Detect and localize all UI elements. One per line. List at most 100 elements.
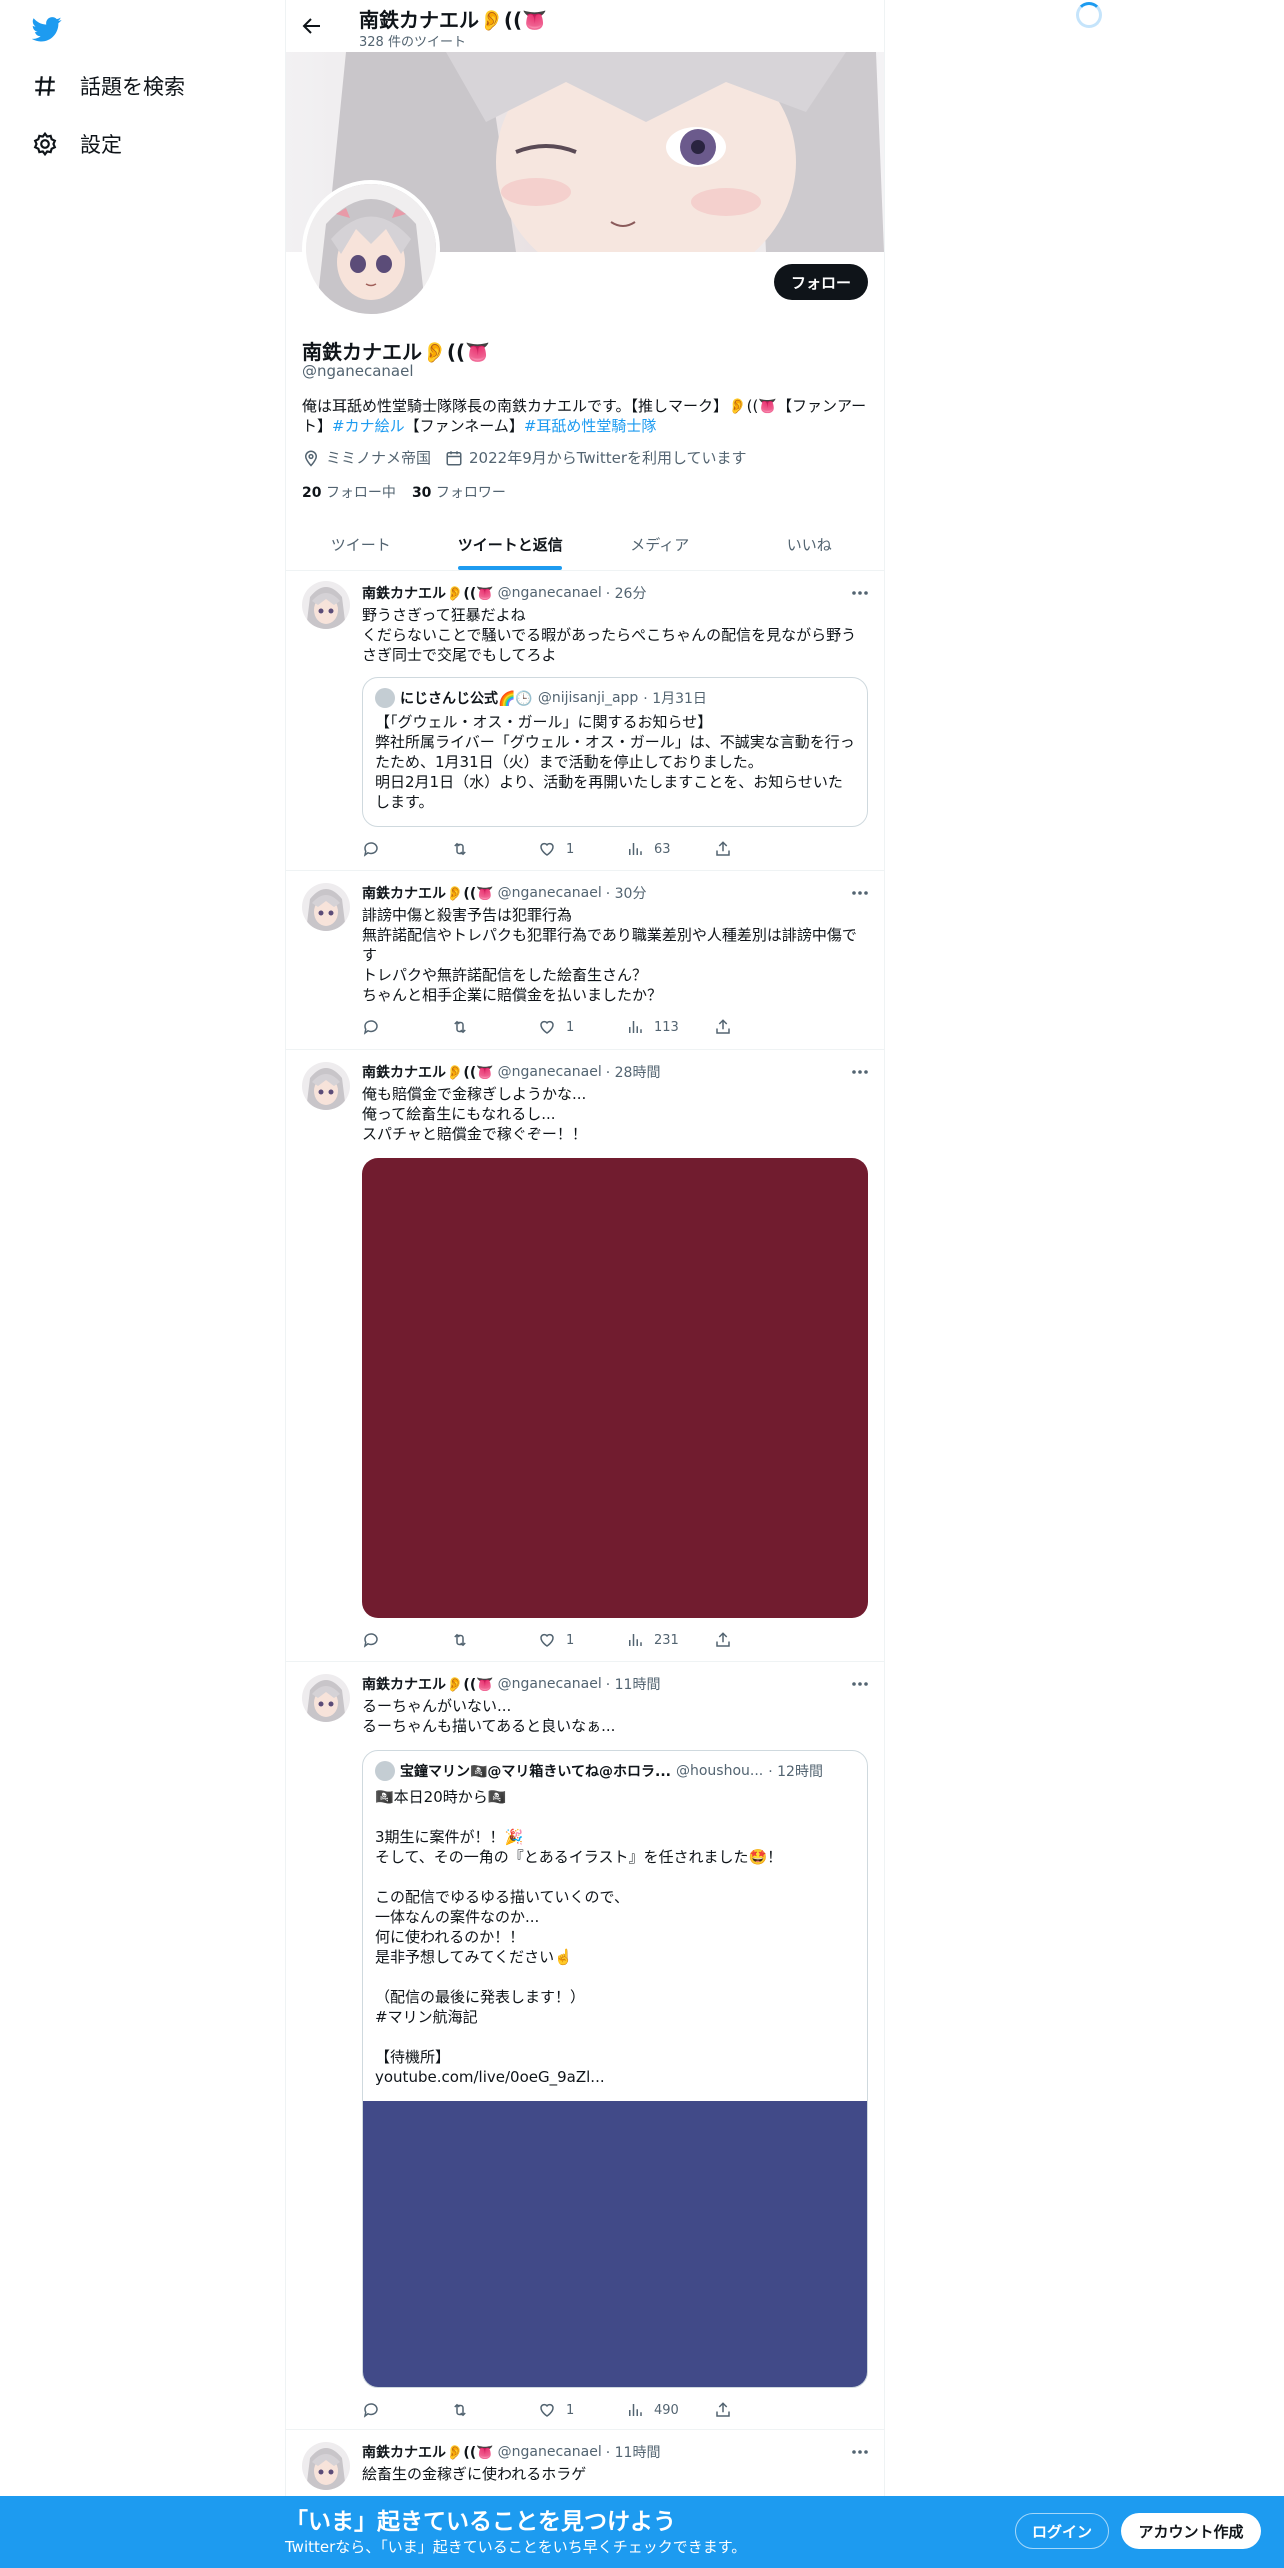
like-icon bbox=[538, 840, 556, 858]
share-button[interactable] bbox=[714, 1630, 802, 1650]
avatar[interactable] bbox=[302, 2442, 350, 2490]
views-button[interactable]: 490 bbox=[626, 2400, 714, 2420]
quoted-tweet[interactable]: にじさんじ公式🌈🕒 @nijisanji_app · 1月31日 【「グウェル・… bbox=[362, 677, 868, 827]
quote-media-image[interactable] bbox=[363, 2101, 867, 2387]
more-icon[interactable] bbox=[850, 1674, 870, 1694]
like-count: 1 bbox=[566, 2402, 575, 2418]
reply-button[interactable] bbox=[362, 839, 450, 859]
share-icon bbox=[714, 840, 732, 858]
bio-hashtag-link[interactable]: #カナ絵ル bbox=[332, 417, 405, 435]
tweet-author-name[interactable]: 南鉄カナエル👂((👅 bbox=[362, 1062, 494, 1082]
views-button[interactable]: 63 bbox=[626, 839, 714, 859]
views-button[interactable]: 231 bbox=[626, 1630, 714, 1650]
quote-text: 🏴‍☠️本日20時から🏴‍☠️ 3期生に案件が！！🎉 そして、その一角の『とある… bbox=[375, 1788, 783, 2086]
tweet-text: るーちゃんがいない... るーちゃんも描いてあると良いなぁ... bbox=[362, 1697, 616, 1735]
more-icon[interactable] bbox=[850, 583, 870, 603]
quote-author-name: にじさんじ公式🌈🕒 bbox=[400, 691, 533, 707]
avatar[interactable] bbox=[302, 1674, 350, 1722]
share-icon bbox=[714, 2401, 732, 2419]
bio-text-2: 【ファンネーム】 bbox=[404, 417, 524, 435]
tweet-time[interactable]: · 26分 bbox=[606, 583, 647, 603]
reply-button[interactable] bbox=[362, 1630, 450, 1650]
share-button[interactable] bbox=[714, 1017, 802, 1037]
tweet[interactable]: 南鉄カナエル👂((👅 @nganecanael · 30分 誹謗中傷と殺害予告は… bbox=[286, 871, 884, 1050]
avatar[interactable] bbox=[302, 883, 350, 931]
more-icon[interactable] bbox=[850, 883, 870, 903]
reply-icon bbox=[362, 840, 380, 858]
tweet-time[interactable]: · 28時間 bbox=[606, 1062, 661, 1082]
tweet-actions: 1 231 bbox=[362, 1630, 802, 1650]
quoted-tweet[interactable]: 宝鐘マリン🏴‍☠️@マリ箱きいてね@ホロラ... @houshou... · 1… bbox=[362, 1750, 868, 2388]
more-icon[interactable] bbox=[850, 1062, 870, 1082]
back-arrow-icon[interactable] bbox=[300, 14, 324, 38]
more-icon[interactable] bbox=[850, 2442, 870, 2462]
gear-icon bbox=[32, 131, 58, 157]
like-button[interactable]: 1 bbox=[538, 1017, 626, 1037]
tweet-time[interactable]: · 11時間 bbox=[606, 1674, 661, 1694]
follow-button[interactable]: フォロー bbox=[774, 264, 868, 300]
like-button[interactable]: 1 bbox=[538, 2400, 626, 2420]
tweet-time[interactable]: · 11時間 bbox=[606, 2442, 661, 2462]
retweet-button[interactable] bbox=[450, 1017, 538, 1037]
following-link[interactable]: 20 フォロー中 bbox=[302, 482, 396, 502]
tweet-author-handle[interactable]: @nganecanael bbox=[498, 2444, 602, 2460]
bio-hashtag-link-2[interactable]: #耳舐め性堂騎士隊 bbox=[524, 417, 657, 435]
tweet-author-handle[interactable]: @nganecanael bbox=[498, 1676, 602, 1692]
tweet-header: 南鉄カナエル👂((👅 @nganecanael · 11時間 bbox=[362, 2442, 660, 2462]
quote-header: 宝鐘マリン🏴‍☠️@マリ箱きいてね@ホロラ... @houshou... · 1… bbox=[375, 1761, 857, 1781]
tweet[interactable]: 南鉄カナエル👂((👅 @nganecanael · 11時間 るーちゃんがいない… bbox=[286, 1662, 884, 2430]
like-button[interactable]: 1 bbox=[538, 1630, 626, 1650]
signup-banner-subtitle: Twitterなら、「いま」起きていることをいち早くチェックできます。 bbox=[285, 2538, 747, 2556]
tweet[interactable]: 南鉄カナエル👂((👅 @nganecanael · 28時間 俺も賠償金で金稼ぎ… bbox=[286, 1050, 884, 1662]
avatar bbox=[375, 1761, 395, 1781]
profile-avatar[interactable] bbox=[302, 180, 440, 318]
retweet-button[interactable] bbox=[450, 2400, 538, 2420]
nav-settings[interactable]: 設定 bbox=[32, 124, 122, 164]
tweet-author-name[interactable]: 南鉄カナエル👂((👅 bbox=[362, 2442, 494, 2462]
login-button[interactable]: ログイン bbox=[1015, 2513, 1109, 2549]
tab-tweets[interactable]: ツイート bbox=[286, 518, 436, 570]
like-icon bbox=[538, 1631, 556, 1649]
quote-text: 【「グウェル・オス・ガール」に関するお知らせ】 弊社所属ライバー「グウェル・オス… bbox=[375, 713, 855, 811]
views-button[interactable]: 113 bbox=[626, 1017, 714, 1037]
tab-likes[interactable]: いいね bbox=[735, 518, 885, 570]
views-icon bbox=[626, 2401, 644, 2419]
tweet-author-handle[interactable]: @nganecanael bbox=[498, 885, 602, 901]
tweet-time[interactable]: · 30分 bbox=[606, 883, 647, 903]
followers-link[interactable]: 30 フォロワー bbox=[412, 482, 506, 502]
avatar[interactable] bbox=[302, 581, 350, 629]
share-icon bbox=[714, 1018, 732, 1036]
header-title: 南鉄カナエル👂((👅 bbox=[359, 8, 548, 32]
profile-location: ミミノナメ帝国 bbox=[326, 449, 432, 467]
signup-button[interactable]: アカウント作成 bbox=[1121, 2513, 1261, 2549]
nav-explore[interactable]: 話題を検索 bbox=[32, 66, 185, 106]
reply-button[interactable] bbox=[362, 1017, 450, 1037]
retweet-button[interactable] bbox=[450, 839, 538, 859]
tab-media[interactable]: メディア bbox=[585, 518, 735, 570]
view-count: 231 bbox=[654, 1632, 679, 1648]
tweet[interactable]: 南鉄カナエル👂((👅 @nganecanael · 26分 野うさぎって狂暴だよ… bbox=[286, 571, 884, 871]
view-count: 490 bbox=[654, 2402, 679, 2418]
location-icon bbox=[302, 449, 320, 467]
like-button[interactable]: 1 bbox=[538, 839, 626, 859]
tweet-media-image[interactable] bbox=[362, 1158, 868, 1618]
tweet-author-handle[interactable]: @nganecanael bbox=[498, 1064, 602, 1080]
tweet-author-name[interactable]: 南鉄カナエル👂((👅 bbox=[362, 883, 494, 903]
tweet-author-name[interactable]: 南鉄カナエル👂((👅 bbox=[362, 583, 494, 603]
tweet-author-handle[interactable]: @nganecanael bbox=[498, 585, 602, 601]
share-button[interactable] bbox=[714, 839, 802, 859]
tab-label: いいね bbox=[786, 535, 832, 554]
avatar[interactable] bbox=[302, 1062, 350, 1110]
retweet-button[interactable] bbox=[450, 1630, 538, 1650]
profile-name: 南鉄カナエル👂((👅 bbox=[302, 340, 491, 364]
tweet-author-name[interactable]: 南鉄カナエル👂((👅 bbox=[362, 1674, 494, 1694]
reply-icon bbox=[362, 2401, 380, 2419]
profile-bio: 俺は耳舐め性堂騎士隊隊長の南鉄カナエルです。【推しマーク】👂((👅【ファンアート… bbox=[302, 396, 868, 436]
view-count: 63 bbox=[654, 841, 671, 857]
following-count: 20 bbox=[302, 485, 322, 501]
quote-author-name: 宝鐘マリン🏴‍☠️@マリ箱きいてね@ホロラ... bbox=[400, 1764, 671, 1780]
reply-button[interactable] bbox=[362, 2400, 450, 2420]
share-button[interactable] bbox=[714, 2400, 802, 2420]
tab-tweets-and-replies[interactable]: ツイートと返信 bbox=[436, 518, 586, 570]
twitter-bird-icon[interactable] bbox=[32, 14, 62, 44]
